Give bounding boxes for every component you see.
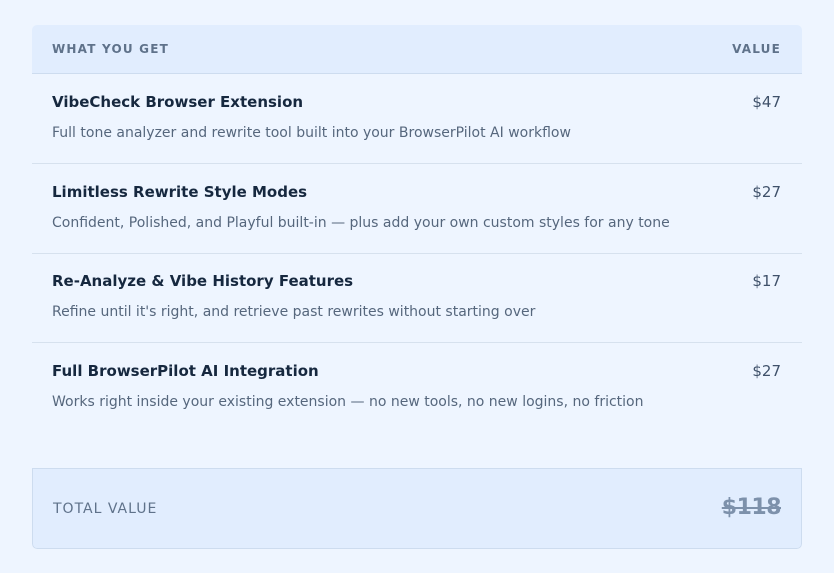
value-stack-card: WHAT YOU GET VALUE VibeCheck Browser Ext… (32, 25, 802, 549)
item-title: Limitless Rewrite Style Modes (52, 183, 308, 201)
total-value-row: TOTAL VALUE $118 (32, 468, 802, 549)
item-description: Refine until it's right, and retrieve pa… (52, 304, 536, 320)
list-item: VibeCheck Browser Extension $47 Full ton… (32, 74, 802, 164)
item-description: Full tone analyzer and rewrite tool buil… (52, 125, 571, 141)
header-what-you-get: WHAT YOU GET (52, 42, 170, 56)
item-value: $27 (752, 183, 781, 201)
item-title: VibeCheck Browser Extension (52, 93, 304, 111)
item-description: Confident, Polished, and Playful built-i… (52, 215, 670, 231)
list-item: Full BrowserPilot AI Integration $27 Wor… (32, 343, 802, 432)
header-value: VALUE (732, 42, 781, 56)
item-description: Works right inside your existing extensi… (52, 394, 644, 410)
value-table-header: WHAT YOU GET VALUE (32, 25, 802, 74)
total-value-amount: $118 (721, 495, 782, 520)
item-title: Full BrowserPilot AI Integration (52, 362, 319, 380)
item-title: Re-Analyze & Vibe History Features (52, 272, 354, 290)
total-value-label: TOTAL VALUE (53, 501, 158, 517)
item-value: $17 (752, 272, 781, 290)
item-value: $27 (752, 362, 781, 380)
list-item: Limitless Rewrite Style Modes $27 Confid… (32, 164, 802, 254)
list-item: Re-Analyze & Vibe History Features $17 R… (32, 253, 802, 343)
item-value: $47 (752, 93, 781, 111)
